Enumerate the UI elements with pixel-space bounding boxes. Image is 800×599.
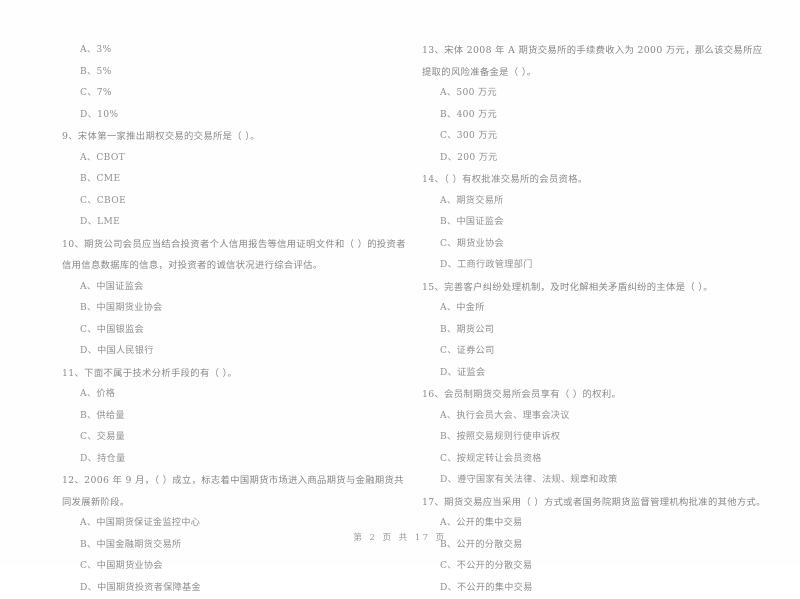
question-option[interactable]: A、中金所: [440, 298, 767, 320]
question-option[interactable]: D、200 万元: [440, 148, 767, 170]
question-block: 11、下面不属于技术分析手段的有（ ）。A、价格B、供给量C、交易量D、持仓量: [62, 363, 407, 471]
question-option[interactable]: D、10%: [80, 105, 407, 127]
question-option[interactable]: B、400 万元: [440, 105, 767, 127]
question-option[interactable]: C、中国银监会: [80, 320, 407, 342]
question-option[interactable]: A、中国证监会: [80, 277, 407, 299]
question-option[interactable]: D、证监会: [440, 363, 767, 385]
question-block: 15、完善客户纠纷处理机制，及时化解相关矛盾纠纷的主体是（ ）。A、中金所B、期…: [422, 277, 767, 385]
question-option[interactable]: A、500 万元: [440, 83, 767, 105]
question-option[interactable]: C、300 万元: [440, 126, 767, 148]
page-footer: 第 2 页 共 17 页: [0, 531, 800, 543]
question-block: 14、（ ）有权批准交易所的会员资格。A、期货交易所B、中国证监会C、期货业协会…: [422, 169, 767, 277]
question-stem: 17、期货交易应当采用（ ）方式或者国务院期货监督管理机构批准的其他方式。: [422, 492, 767, 514]
question-option[interactable]: A、3%: [80, 40, 407, 62]
question-option[interactable]: D、工商行政管理部门: [440, 255, 767, 277]
question-option[interactable]: B、CME: [80, 169, 407, 191]
question-option[interactable]: A、期货交易所: [440, 191, 767, 213]
question-option[interactable]: B、中国证监会: [440, 212, 767, 234]
question-stem: 16、会员制期货交易所会员享有（ ）的权利。: [422, 384, 767, 406]
question-stem: 10、期货公司会员应当结合投资者个人信用报告等信用证明文件和（ ）的投资者信用信…: [62, 234, 407, 277]
question-stem: 11、下面不属于技术分析手段的有（ ）。: [62, 363, 407, 385]
question-column-left: A、3%B、5%C、7%D、10%9、宋体第一家推出期权交易的交易所是（ ）。A…: [62, 40, 407, 599]
question-option[interactable]: B、5%: [80, 62, 407, 84]
question-option[interactable]: B、按照交易规则行使申诉权: [440, 427, 767, 449]
question-stem: 14、（ ）有权批准交易所的会员资格。: [422, 169, 767, 191]
question-option[interactable]: D、LME: [80, 212, 407, 234]
question-stem: 9、宋体第一家推出期权交易的交易所是（ ）。: [62, 126, 407, 148]
question-stem: 15、完善客户纠纷处理机制，及时化解相关矛盾纠纷的主体是（ ）。: [422, 277, 767, 299]
question-option[interactable]: D、持仓量: [80, 449, 407, 471]
question-column-right: 13、宋体 2008 年 A 期货交易所的手续费收入为 2000 万元，那么该交…: [422, 40, 767, 599]
question-option[interactable]: C、CBOE: [80, 191, 407, 213]
question-stem: 13、宋体 2008 年 A 期货交易所的手续费收入为 2000 万元，那么该交…: [422, 40, 767, 83]
question-block: 17、期货交易应当采用（ ）方式或者国务院期货监督管理机构批准的其他方式。A、公…: [422, 492, 767, 599]
question-option[interactable]: C、按规定转让会员资格: [440, 449, 767, 471]
question-option[interactable]: D、遵守国家有关法律、法规、规章和政策: [440, 470, 767, 492]
question-option[interactable]: C、中国期货业协会: [80, 556, 407, 578]
question-option[interactable]: D、中国期货投资者保障基金: [80, 578, 407, 599]
question-option[interactable]: C、交易量: [80, 427, 407, 449]
question-block: A、3%B、5%C、7%D、10%: [62, 40, 407, 126]
question-option[interactable]: C、证券公司: [440, 341, 767, 363]
question-option[interactable]: C、不公开的分散交易: [440, 556, 767, 578]
question-option[interactable]: D、不公开的集中交易: [440, 578, 767, 599]
question-block: 16、会员制期货交易所会员享有（ ）的权利。A、执行会员大会、理事会决议B、按照…: [422, 384, 767, 492]
question-option[interactable]: C、期货业协会: [440, 234, 767, 256]
question-option[interactable]: C、7%: [80, 83, 407, 105]
question-block: 13、宋体 2008 年 A 期货交易所的手续费收入为 2000 万元，那么该交…: [422, 40, 767, 169]
question-block: 10、期货公司会员应当结合投资者个人信用报告等信用证明文件和（ ）的投资者信用信…: [62, 234, 407, 363]
question-option[interactable]: A、执行会员大会、理事会决议: [440, 406, 767, 428]
question-block: 9、宋体第一家推出期权交易的交易所是（ ）。A、CBOTB、CMEC、CBOED…: [62, 126, 407, 234]
page-sheet: A、3%B、5%C、7%D、10%9、宋体第一家推出期权交易的交易所是（ ）。A…: [0, 0, 800, 565]
question-option[interactable]: B、中国期货业协会: [80, 298, 407, 320]
question-option[interactable]: A、CBOT: [80, 148, 407, 170]
question-option[interactable]: B、期货公司: [440, 320, 767, 342]
question-option[interactable]: B、供给量: [80, 406, 407, 428]
question-option[interactable]: D、中国人民银行: [80, 341, 407, 363]
question-option[interactable]: A、价格: [80, 384, 407, 406]
question-stem: 12、2006 年 9 月，（ ）成立，标志着中国期货市场进入商品期货与金融期货…: [62, 470, 407, 513]
